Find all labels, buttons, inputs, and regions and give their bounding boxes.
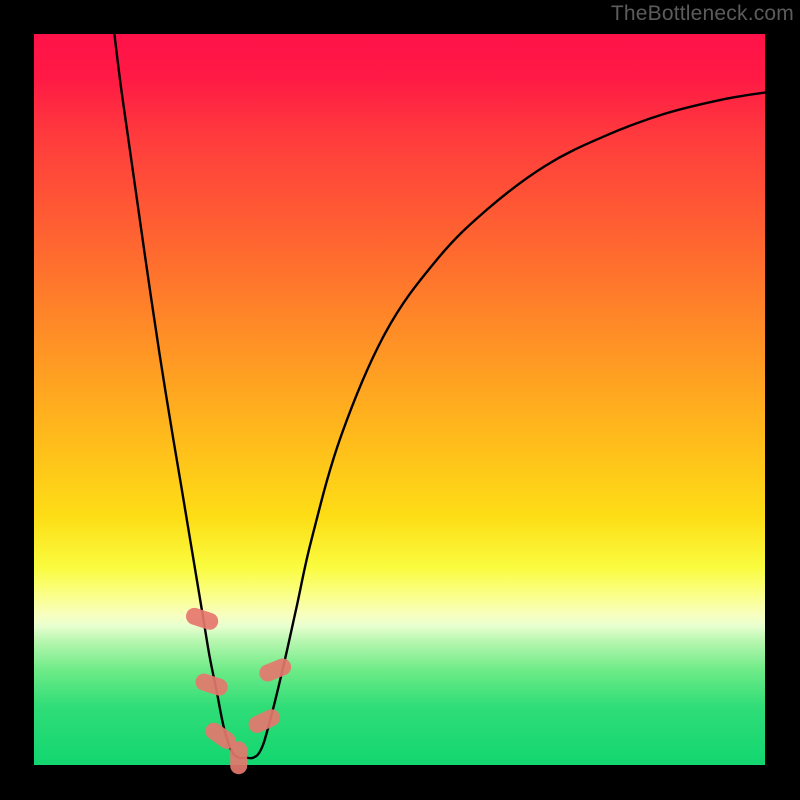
curve-line <box>114 34 765 758</box>
chart-frame: TheBottleneck.com <box>0 0 800 800</box>
curve-marker <box>246 706 283 735</box>
watermark-text: TheBottleneck.com <box>611 2 794 26</box>
curve-marker <box>193 671 230 697</box>
curve-marker <box>257 656 294 684</box>
curve-marker <box>230 741 247 774</box>
plot-area <box>34 34 765 765</box>
chart-svg <box>34 34 765 765</box>
